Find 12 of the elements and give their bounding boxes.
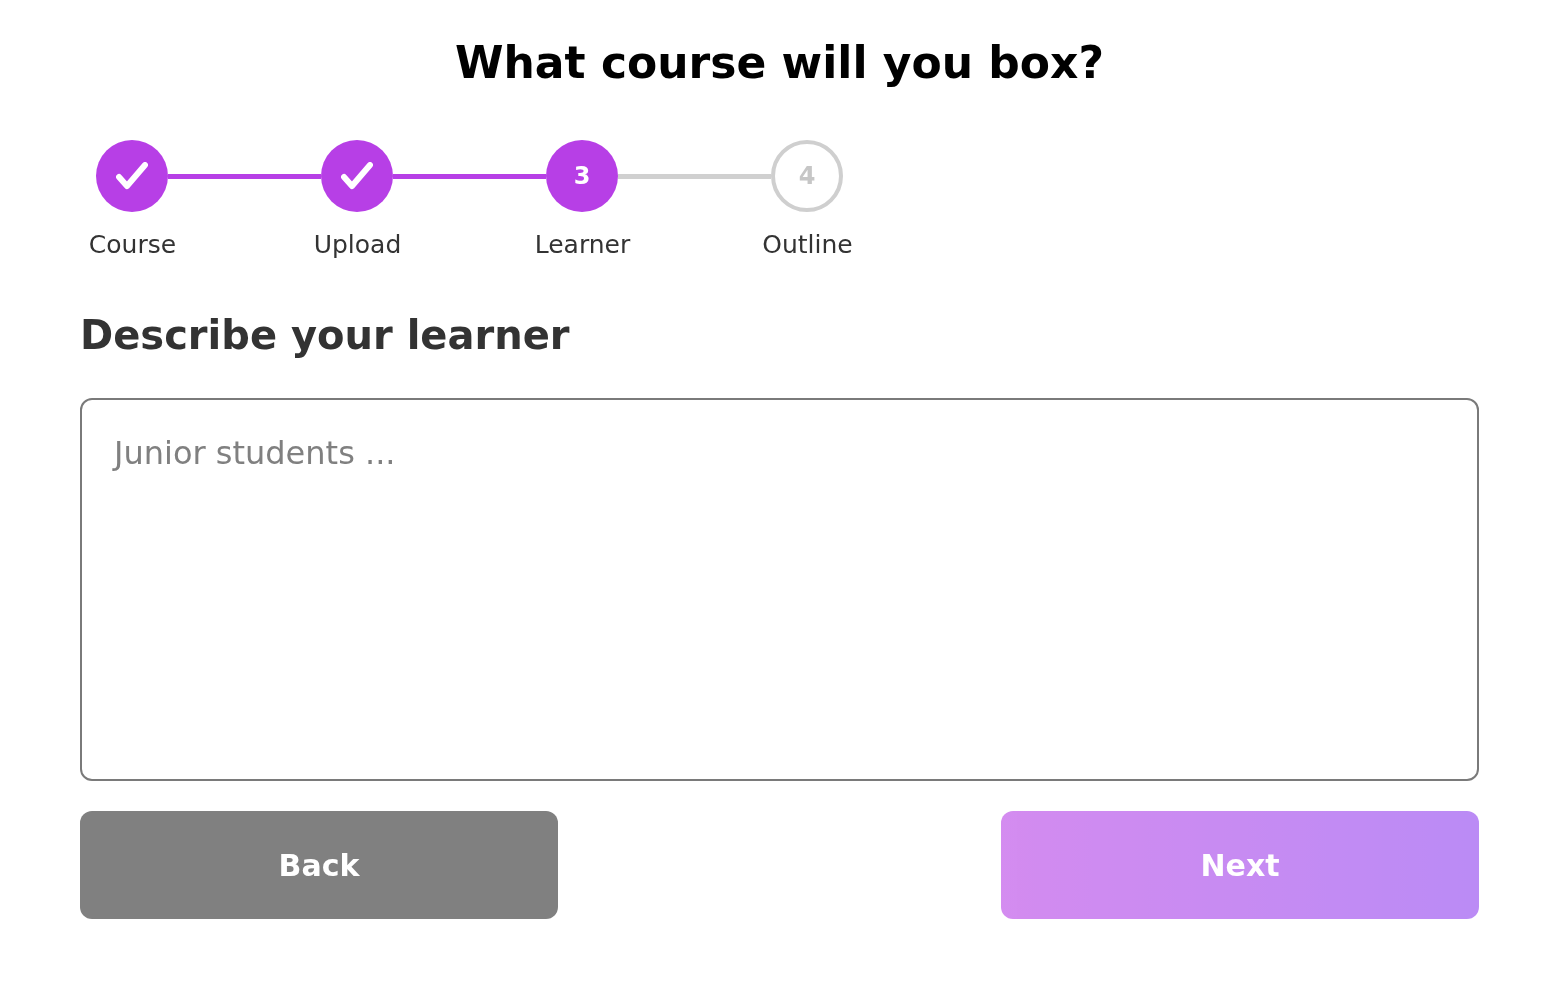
- step-label: Upload: [312, 229, 403, 261]
- section-heading: Describe your learner: [80, 311, 571, 360]
- check-icon: [341, 162, 373, 190]
- step-label: Learner: [533, 229, 632, 261]
- back-button[interactable]: Back: [80, 811, 558, 919]
- step-circle: 4: [771, 140, 843, 212]
- step-label: Outline: [761, 229, 854, 261]
- learner-field[interactable]: Junior students ...: [80, 398, 1479, 781]
- page-title: What course will you box?: [454, 36, 1105, 90]
- check-icon: [116, 162, 148, 190]
- step-label: Course: [87, 229, 178, 261]
- step-circle: 3: [546, 140, 618, 212]
